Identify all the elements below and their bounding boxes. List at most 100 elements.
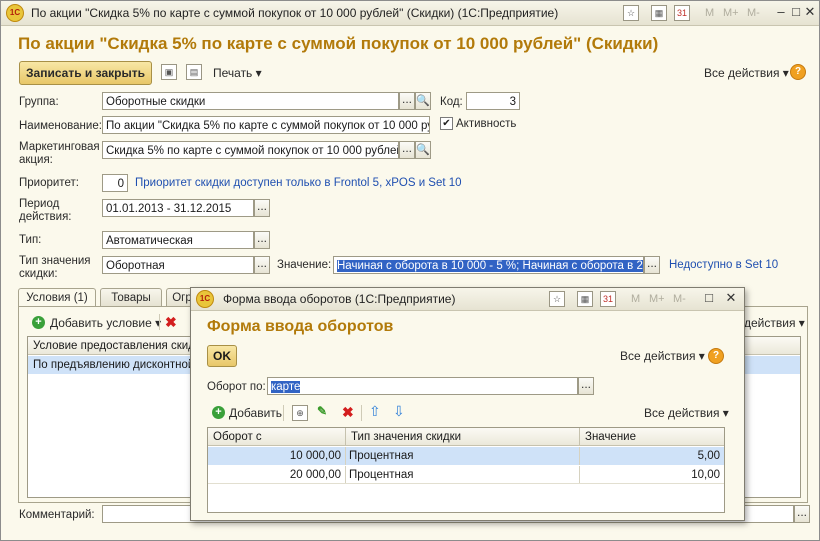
type-label: Тип: — [19, 234, 42, 246]
edit-icon[interactable]: ✎ — [317, 404, 327, 418]
all-actions-menu[interactable]: Все действия ▾ — [704, 66, 789, 80]
favorite-star-icon[interactable]: ☆ — [623, 5, 639, 21]
column-header-from[interactable]: Оборот с — [208, 428, 346, 446]
add-icon: + — [32, 316, 45, 329]
dialog-memory-m[interactable]: M — [631, 293, 640, 305]
conditions-all-actions[interactable]: действия ▾ — [744, 316, 805, 330]
ok-button[interactable]: OK — [207, 345, 237, 367]
app-logo-icon: 1С — [6, 4, 24, 22]
save-icon[interactable]: ▣ — [161, 64, 177, 80]
priority-label: Приоритет: — [19, 177, 79, 189]
group-field[interactable]: Оборотные скидки — [102, 92, 399, 110]
toolbar-separator — [159, 314, 160, 330]
dialog-delete-icon[interactable]: ✖ — [342, 405, 354, 419]
dialog-maximize-icon[interactable]: □ — [701, 290, 717, 306]
minimize-icon[interactable]: – — [773, 4, 789, 20]
dialog-favorite-icon[interactable]: ☆ — [549, 291, 565, 307]
priority-field[interactable]: 0 — [102, 174, 128, 192]
calculator-icon[interactable]: ▦ — [651, 5, 667, 21]
turnover-table[interactable]: Оборот с Тип значения скидки Значение 10… — [207, 427, 725, 513]
table-row[interactable]: 20 000,00 Процентная 10,00 — [208, 466, 724, 484]
marketing-select-button[interactable]: ... — [399, 141, 415, 159]
dialog-table-all-actions[interactable]: Все действия ▾ — [644, 406, 729, 420]
turnover-dialog: 1С Форма ввода оборотов (1С:Предприятие)… — [190, 287, 745, 521]
value-select-button[interactable]: ... — [644, 256, 660, 274]
row-from-cell: 20 000,00 — [208, 466, 346, 483]
dialog-calendar-icon[interactable]: 31 — [600, 291, 616, 307]
dialog-window-title: Форма ввода оборотов (1С:Предприятие) — [223, 292, 456, 306]
close-icon[interactable]: ✕ — [802, 4, 818, 20]
marketing-field[interactable]: Скидка 5% по карте с суммой покупок от 1… — [102, 141, 399, 159]
comment-label: Комментарий: — [19, 509, 95, 521]
dialog-title-bar: 1С Форма ввода оборотов (1С:Предприятие)… — [191, 288, 744, 311]
period-field[interactable]: 01.01.2013 - 31.12.2015 — [102, 199, 254, 217]
group-select-button[interactable]: ... — [399, 92, 415, 110]
dialog-calculator-icon[interactable]: ▦ — [577, 291, 593, 307]
dialog-add-icon: + — [212, 406, 225, 419]
value-type-select-button[interactable]: ... — [254, 256, 270, 274]
period-select-button[interactable]: ... — [254, 199, 270, 217]
row-type-cell: Процентная — [346, 447, 580, 465]
help-icon[interactable]: ? — [790, 64, 806, 80]
dialog-header: Форма ввода оборотов — [207, 318, 394, 335]
all-actions-label: Все действия — [704, 66, 780, 80]
turnover-label: Оборот по: — [207, 381, 266, 393]
dialog-help-icon[interactable]: ? — [708, 348, 724, 364]
type-field[interactable]: Автоматическая — [102, 231, 254, 249]
add-condition-label: Добавить условие — [50, 316, 152, 330]
dialog-close-icon[interactable]: ✕ — [723, 290, 739, 306]
title-bar: 1С По акции "Скидка 5% по карте с суммой… — [1, 1, 819, 26]
dialog-table-all-actions-label: Все действия — [644, 406, 720, 420]
copy-row-icon[interactable]: ⊕ — [292, 405, 308, 421]
dialog-add-button[interactable]: Добавить — [229, 406, 282, 420]
code-field[interactable]: 3 — [466, 92, 520, 110]
add-condition-button[interactable]: Добавить условие ▾ — [50, 316, 161, 330]
value-note: Недоступно в Set 10 — [669, 259, 779, 271]
turnover-field[interactable]: карте — [267, 377, 578, 395]
save-close-button[interactable]: Записать и закрыть — [19, 61, 152, 85]
conditions-all-actions-label: действия — [744, 316, 796, 330]
move-up-icon[interactable]: ⇧ — [369, 403, 381, 420]
value-field[interactable]: Начиная с оборота в 10 000 - 5 %; Начина… — [333, 256, 644, 274]
group-open-icon[interactable]: 🔍 — [415, 92, 431, 110]
memory-minus-button[interactable]: M- — [747, 7, 760, 19]
active-label: Активность — [456, 118, 517, 130]
window-title: По акции "Скидка 5% по карте с суммой по… — [31, 6, 559, 20]
tab-goods[interactable]: Товары — [100, 288, 162, 307]
comment-select-button[interactable]: ... — [794, 505, 810, 523]
value-label: Значение: — [277, 259, 332, 271]
memory-m-button[interactable]: M — [705, 7, 714, 19]
name-field[interactable]: По акции "Скидка 5% по карте с суммой по… — [102, 116, 430, 134]
save-copy-icon[interactable]: ▤ — [186, 64, 202, 80]
priority-note: Приоритет скидки доступен только в Front… — [135, 177, 462, 189]
row-value-cell: 10,00 — [691, 469, 720, 481]
calendar-icon[interactable]: 31 — [674, 5, 690, 21]
group-label: Группа: — [19, 96, 59, 108]
delete-icon[interactable]: ✖ — [165, 315, 177, 329]
dialog-all-actions[interactable]: Все действия ▾ — [620, 349, 705, 363]
print-label: Печать — [213, 66, 253, 80]
tab-conditions[interactable]: Условия (1) — [18, 288, 96, 307]
row-from-cell: 10 000,00 — [208, 447, 346, 465]
row-type-cell: Процентная — [346, 466, 580, 483]
move-down-icon[interactable]: ⇩ — [393, 403, 405, 420]
active-checkbox[interactable]: ✔ — [440, 117, 453, 130]
print-menu[interactable]: Печать ▾ — [213, 66, 262, 80]
value-type-field[interactable]: Оборотная — [102, 256, 254, 274]
dialog-memory-minus[interactable]: M- — [673, 293, 686, 305]
memory-plus-button[interactable]: M+ — [723, 7, 739, 19]
dialog-all-actions-label: Все действия — [620, 349, 696, 363]
column-header-value[interactable]: Значение — [580, 428, 724, 446]
type-select-button[interactable]: ... — [254, 231, 270, 249]
turnover-select-button[interactable]: ... — [578, 377, 594, 395]
marketing-open-icon[interactable]: 🔍 — [415, 141, 431, 159]
dialog-logo-icon: 1С — [196, 290, 214, 308]
code-label: Код: — [440, 96, 463, 108]
column-header-type[interactable]: Тип значения скидки — [346, 428, 580, 446]
dialog-memory-plus[interactable]: M+ — [649, 293, 665, 305]
dialog-separator-2 — [361, 405, 362, 421]
value-selected-text: Начиная с оборота в 10 000 - 5 %; Начина… — [337, 260, 643, 272]
table-row[interactable]: 10 000,00 Процентная 5,00 — [208, 447, 724, 465]
dialog-separator-1 — [283, 405, 284, 421]
row-value-cell: 5,00 — [697, 450, 720, 462]
